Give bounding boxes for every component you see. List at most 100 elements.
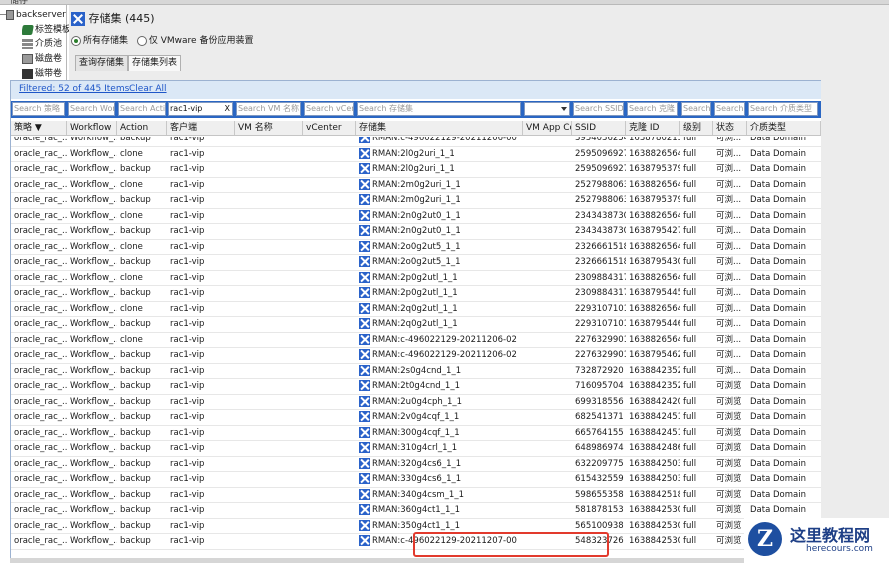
table-row[interactable]: oracle_rac_... Workflow_... clone rac1-vip R… <box>11 333 821 348</box>
cell-text: 可浏... <box>716 148 742 159</box>
table-cell: backup <box>117 534 167 549</box>
table-row[interactable]: oracle_rac_... Workflow_... backup rac1-vip… <box>11 193 821 209</box>
tree-item-2[interactable]: 磁盘卷 <box>22 52 62 66</box>
cell-text: Workflow_... <box>70 520 117 531</box>
table-cell: 可浏览 <box>713 534 747 549</box>
column-header-5[interactable]: vCenter <box>303 121 356 135</box>
table-cell: oracle_rac_... <box>11 193 67 208</box>
tree-item-label: 介质池 <box>35 39 63 49</box>
table-row[interactable]: oracle_rac_... Workflow_... clone rac1-vip R… <box>11 178 821 193</box>
table-cell: rac1-vip <box>167 209 235 224</box>
table-row[interactable]: oracle_rac_... Workflow_... backup rac1-vip… <box>11 488 821 503</box>
table-row[interactable]: oracle_rac_... Workflow_... backup rac1-vip… <box>11 441 821 457</box>
filtered-count-link[interactable]: Filtered: 52 of 445 Items <box>19 84 129 94</box>
table-row[interactable]: oracle_rac_... Workflow_... backup rac1-vip… <box>11 426 821 441</box>
search-action-input[interactable]: Search Actio <box>118 102 166 116</box>
table-row[interactable]: oracle_rac_... Workflow_... backup rac1-vip… <box>11 395 821 410</box>
table-cell: Data Domain <box>747 271 821 286</box>
table-cell: 2309884317 <box>572 286 626 301</box>
column-header-12[interactable]: 介质类型 <box>747 121 821 135</box>
search-vm-input[interactable]: Search VM 名称 <box>236 102 301 116</box>
cell-text: 可浏... <box>716 241 742 252</box>
filter-radio-group: 所有存储集 仅 VMware 备份应用装置 <box>71 34 253 48</box>
rman-icon <box>359 178 370 190</box>
cell-text: Workflow_... <box>70 381 117 391</box>
table-row[interactable]: oracle_rac_... Workflow_... backup rac1-vip… <box>11 162 821 178</box>
column-header-8[interactable]: SSID <box>572 121 626 135</box>
search-client-input[interactable]: rac1-vip X <box>168 102 233 116</box>
search-storage-set-input[interactable]: Search 存储集 <box>357 102 521 116</box>
radio-vmware[interactable]: 仅 VMware 备份应用装置 <box>136 35 254 46</box>
table-row[interactable]: oracle_rac_... Workflow_... backup rac1-vip… <box>11 457 821 472</box>
table-row[interactable]: oracle_rac_... Workflow_... clone rac1-vip R… <box>11 302 821 317</box>
cell-text: clone <box>120 272 143 283</box>
vm-app-combo[interactable] <box>524 102 570 116</box>
clear-all-link[interactable]: Clear All <box>129 84 167 94</box>
table-cell: 1638842420 <box>626 395 680 410</box>
search-policy-input[interactable]: Search 策略 <box>12 102 65 116</box>
tab-query[interactable]: 查询存储集 <box>75 55 129 71</box>
search-row: Search 策略 Search Wor Search Actio rac1-v… <box>11 101 821 118</box>
table-row[interactable]: oracle_rac_... Workflow_... backup rac1-vip… <box>11 255 821 271</box>
table-row[interactable]: oracle_rac_... Workflow_... backup rac1-vip… <box>11 317 821 333</box>
table-cell: Data Domain <box>747 178 821 193</box>
tree-item-3[interactable]: 磁带卷 <box>22 67 62 81</box>
table-row[interactable]: oracle_rac_... Workflow_... backup rac1-vip… <box>11 379 821 395</box>
cell-text: rac1-vip <box>170 396 205 407</box>
column-header-2[interactable]: Action <box>117 121 167 135</box>
horizontal-scrollbar[interactable] <box>10 558 820 563</box>
table-row[interactable]: oracle_rac_... Workflow_... backup rac1-vip… <box>11 503 821 519</box>
tree-item-1[interactable]: 介质池 <box>22 37 62 51</box>
search-ssid-input[interactable]: Search SSID <box>573 102 624 116</box>
rman-icon <box>359 535 370 546</box>
column-header-4[interactable]: VM 名称 <box>235 121 303 135</box>
column-header-9[interactable]: 克隆 ID <box>626 121 680 135</box>
cell-text: clone <box>120 334 143 345</box>
table-row[interactable]: oracle_rac_... Workflow_... backup rac1-vip… <box>11 364 821 379</box>
column-header-10[interactable]: 级别 <box>680 121 713 135</box>
rman-icon <box>359 209 370 221</box>
table-cell: Workflow_... <box>67 193 117 208</box>
clear-client-icon[interactable]: X <box>225 103 230 115</box>
cell-text: backup <box>120 458 151 469</box>
table-row[interactable]: oracle_rac_... Workflow_... backup rac1-vip… <box>11 472 821 488</box>
table-row[interactable]: oracle_rac_... Workflow_... backup rac1-vip… <box>11 410 821 426</box>
tree-root[interactable]: backserver <box>0 8 66 22</box>
table-row[interactable]: oracle_rac_... Workflow_... backup rac1-vip… <box>11 224 821 240</box>
cell-text: RMAN:2s0g4cnd_1_1 <box>372 365 462 376</box>
table-cell: full <box>680 534 713 549</box>
radio-vmware-label: 仅 VMware 备份应用装置 <box>148 36 254 46</box>
search-workflow-input[interactable]: Search Wor <box>68 102 115 116</box>
table-cell: clone <box>117 209 167 224</box>
search-client-value: rac1-vip <box>170 104 203 113</box>
search-vcenter-input[interactable]: Search vCen <box>304 102 354 116</box>
table-row[interactable]: oracle_rac_... Workflow_... clone rac1-vip R… <box>11 240 821 255</box>
tab-list[interactable]: 存储集列表 <box>128 55 182 71</box>
table-row[interactable]: oracle_rac_... Workflow_... backup rac1-vip… <box>11 137 821 147</box>
column-header-1[interactable]: Workflow <box>67 121 117 135</box>
cell-text: Workflow_... <box>70 489 117 500</box>
search-media-type-input[interactable]: Search 介质类型 <box>748 102 818 116</box>
table-row[interactable]: oracle_rac_... Workflow_... clone rac1-vip R… <box>11 209 821 224</box>
table-cell: Data Domain <box>747 348 821 363</box>
table-row[interactable]: oracle_rac_... Workflow_... backup rac1-vip… <box>11 348 821 364</box>
table-cell: 1638826564 <box>626 302 680 317</box>
column-header-6[interactable]: 存储集 <box>356 121 523 135</box>
table-cell: RMAN:c-496022129-20211206-00 <box>356 137 523 146</box>
table-row[interactable]: oracle_rac_... Workflow_... clone rac1-vip R… <box>11 271 821 286</box>
cell-text: oracle_rac_... <box>14 458 67 469</box>
column-header-3[interactable]: 客户端 <box>167 121 235 135</box>
table-cell: 665764155 <box>572 426 626 441</box>
search-level-input[interactable]: Search <box>681 102 711 116</box>
tree-item-0[interactable]: 标签模板 <box>22 23 71 37</box>
cell-text: rac1-vip <box>170 505 205 515</box>
column-header-11[interactable]: 状态 <box>713 121 747 135</box>
search-state-input[interactable]: Search <box>714 102 745 116</box>
column-header-0[interactable]: 策略 ▼ <box>11 121 67 135</box>
radio-all[interactable]: 所有存储集 <box>71 35 128 46</box>
table-row[interactable]: oracle_rac_... Workflow_... backup rac1-vip… <box>11 286 821 302</box>
search-clone-input[interactable]: Search 克隆 <box>627 102 678 116</box>
column-header-7[interactable]: VM App Co... <box>523 121 572 135</box>
table-row[interactable]: oracle_rac_... Workflow_... clone rac1-vip R… <box>11 147 821 162</box>
table-cell: full <box>680 137 713 146</box>
